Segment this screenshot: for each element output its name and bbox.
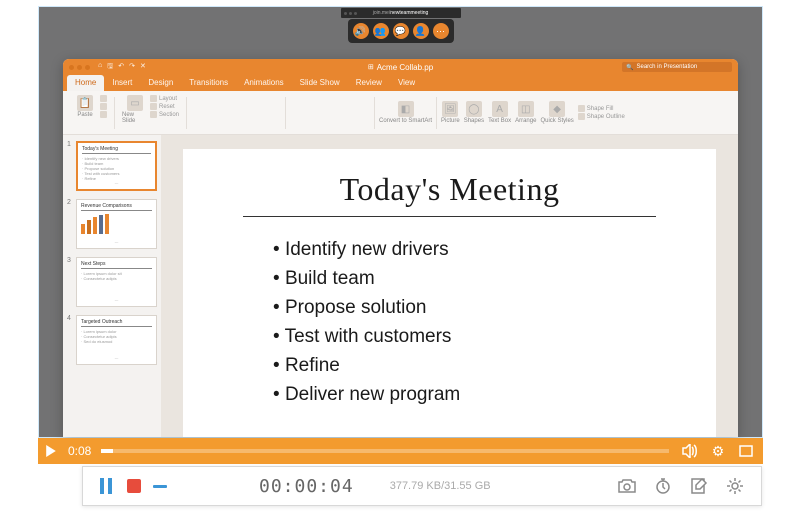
screen-recorder-toolbar: 00:00:04 377.79 KB/31.55 GB	[82, 466, 762, 506]
video-progress-bar[interactable]	[101, 449, 669, 453]
slide-canvas-area: Today's Meeting Identify new drivers Bui…	[161, 135, 738, 437]
window-titlebar: ⌂🖫↶↷✕ Acme Collab.pp 🔍 Search in Present…	[63, 59, 738, 75]
divider	[374, 97, 375, 129]
shape-fill-button[interactable]: Shape Fill	[578, 105, 625, 112]
audio-icon[interactable]: 🔊	[353, 23, 369, 39]
powerpoint-window: ⌂🖫↶↷✕ Acme Collab.pp 🔍 Search in Present…	[63, 59, 738, 437]
tab-transitions[interactable]: Transitions	[181, 75, 236, 91]
chart-icon	[81, 214, 152, 234]
screen-share-viewport: join.me/newteammeeting 🔊 👥 💬 👤 ⋯ ⌂🖫↶↷✕ A…	[38, 6, 763, 438]
thumbnail-4[interactable]: 4 Targeted Outreach · Lorem ipsum dolor·…	[67, 315, 157, 365]
paste-button[interactable]: 📋Paste	[72, 95, 98, 118]
editor-body: 1 Today's Meeting · Identify new drivers…	[63, 135, 738, 437]
ribbon-group-paragraph[interactable]	[290, 95, 370, 130]
tab-home[interactable]: Home	[67, 75, 104, 91]
screenshot-button[interactable]	[615, 478, 639, 494]
tab-insert[interactable]: Insert	[104, 75, 140, 91]
recording-size: 377.79 KB/31.55 GB	[390, 480, 491, 492]
divider	[114, 97, 115, 129]
tab-design[interactable]: Design	[140, 75, 181, 91]
slide-title: Today's Meeting	[243, 171, 656, 217]
slide-thumbnails-panel: 1 Today's Meeting · Identify new drivers…	[63, 135, 161, 437]
traffic-lights	[344, 12, 357, 15]
chat-icon[interactable]: 💬	[393, 23, 409, 39]
thumbnail-3[interactable]: 3 Next Steps · Lorem ipsum dolor sit· Co…	[67, 257, 157, 307]
video-current-time: 0:08	[68, 444, 91, 458]
video-progress-fill	[101, 449, 112, 453]
current-slide[interactable]: Today's Meeting Identify new drivers Bui…	[183, 149, 716, 437]
shapes-button[interactable]: ◯Shapes	[464, 101, 484, 124]
person-icon[interactable]: 👤	[413, 23, 429, 39]
more-icon[interactable]: ⋯	[433, 23, 449, 39]
browser-address-bar: join.me/newteammeeting	[341, 8, 461, 18]
annotate-button[interactable]	[687, 477, 711, 495]
ribbon-group-clipboard: 📋Paste	[69, 95, 110, 130]
pause-recording-button[interactable]	[97, 477, 115, 495]
video-player-controls: 0:08 ⚙	[38, 438, 763, 464]
tab-view[interactable]: View	[390, 75, 423, 91]
recording-elapsed-time: 00:00:04	[259, 476, 354, 497]
shape-outline-button[interactable]: Shape Outline	[578, 113, 625, 120]
arrange-button[interactable]: ◫Arrange	[515, 101, 536, 124]
reset-button[interactable]: Reset	[150, 103, 179, 110]
picture-button[interactable]: 🖼Picture	[441, 101, 460, 124]
ribbon-group-slides: ▭New Slide Layout Reset Section	[119, 95, 182, 130]
minimize-button[interactable]	[153, 485, 167, 488]
play-button[interactable]	[38, 438, 64, 464]
ribbon-group-font[interactable]	[191, 95, 281, 130]
settings-icon[interactable]: ⚙	[707, 440, 729, 462]
url-prefix: join.me/	[373, 10, 391, 16]
thumbnail-1[interactable]: 1 Today's Meeting · Identify new drivers…	[67, 141, 157, 191]
ribbon: 📋Paste ▭New Slide Layout Reset Section	[63, 91, 738, 135]
document-title: Acme Collab.pp	[368, 63, 433, 72]
text-box-button[interactable]: AText Box	[488, 101, 511, 124]
quick-styles-button[interactable]: ◆Quick Styles	[540, 101, 573, 124]
stop-recording-button[interactable]	[127, 479, 141, 493]
tab-animations[interactable]: Animations	[236, 75, 292, 91]
presentation-search[interactable]: 🔍 Search in Presentation	[622, 62, 732, 72]
timer-button[interactable]	[651, 477, 675, 495]
tab-review[interactable]: Review	[348, 75, 390, 91]
fullscreen-icon[interactable]	[735, 440, 757, 462]
volume-icon[interactable]	[679, 440, 701, 462]
thumbnail-2[interactable]: 2 Revenue Comparisons 〜	[67, 199, 157, 249]
cut-copy-stack[interactable]	[100, 95, 107, 118]
slide-bullets: Identify new drivers Build team Propose …	[243, 239, 656, 406]
url-room: newteammeeting	[390, 10, 428, 16]
divider	[436, 97, 437, 129]
participants-icon[interactable]: 👥	[373, 23, 389, 39]
meeting-toolbar: 🔊 👥 💬 👤 ⋯	[348, 19, 454, 43]
ribbon-tabs: Home Insert Design Transitions Animation…	[63, 75, 738, 91]
divider	[186, 97, 187, 129]
qat-icons[interactable]: ⌂🖫↶↷✕	[98, 62, 146, 73]
divider	[285, 97, 286, 129]
convert-smartart-button[interactable]: ◧Convert to SmartArt	[379, 101, 432, 124]
traffic-lights[interactable]	[69, 65, 90, 70]
tab-slideshow[interactable]: Slide Show	[292, 75, 348, 91]
layout-button[interactable]: Layout	[150, 95, 179, 102]
section-button[interactable]: Section	[150, 111, 179, 118]
new-slide-button[interactable]: ▭New Slide	[122, 95, 148, 124]
recorder-settings-button[interactable]	[723, 477, 747, 495]
